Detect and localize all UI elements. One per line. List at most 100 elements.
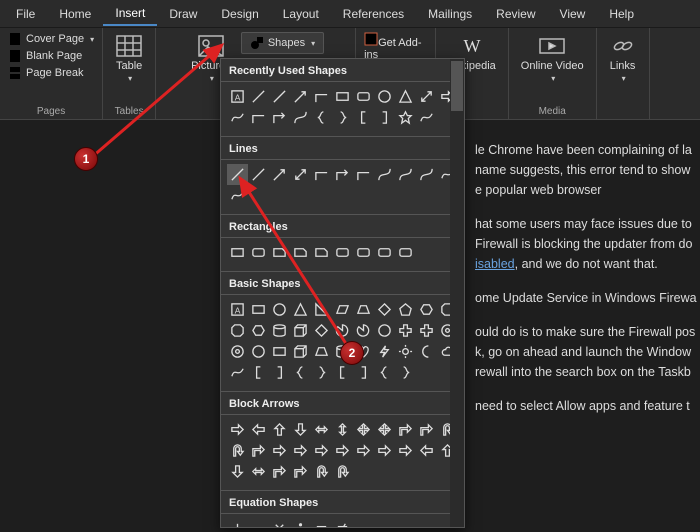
shape-textbox[interactable]: A (227, 86, 248, 107)
shape-pie[interactable] (353, 320, 374, 341)
shape-line[interactable] (248, 86, 269, 107)
menu-view[interactable]: View (548, 3, 598, 25)
online-video-button[interactable]: Online Video (517, 32, 588, 85)
shape-arrQ[interactable] (374, 419, 395, 440)
blank-page-button[interactable]: Blank Page (8, 49, 94, 63)
shape-rtri[interactable] (311, 299, 332, 320)
shape-rrect[interactable] (332, 242, 353, 263)
shape-lineD[interactable] (416, 86, 437, 107)
shape-arrBent[interactable] (395, 419, 416, 440)
shape-arrR[interactable] (269, 440, 290, 461)
shape-arrR[interactable] (395, 440, 416, 461)
shape-elbow[interactable] (353, 164, 374, 185)
shape-eq[interactable] (311, 518, 332, 528)
shape-cross[interactable] (395, 320, 416, 341)
shape-rrect[interactable] (395, 242, 416, 263)
shape-lbrack[interactable] (353, 107, 374, 128)
shape-lbrack[interactable] (248, 362, 269, 383)
menu-design[interactable]: Design (209, 3, 270, 25)
shape-arrD[interactable] (290, 419, 311, 440)
shape-arrR[interactable] (227, 419, 248, 440)
shape-line[interactable] (227, 164, 248, 185)
shape-div[interactable] (290, 518, 311, 528)
menu-references[interactable]: References (331, 3, 416, 25)
shape-hex[interactable] (248, 320, 269, 341)
shape-bolt[interactable] (374, 341, 395, 362)
shape-tri[interactable] (395, 86, 416, 107)
shape-oct[interactable] (227, 320, 248, 341)
shape-rrect[interactable] (374, 242, 395, 263)
shape-elbow[interactable] (311, 86, 332, 107)
page-break-button[interactable]: Page Break (8, 66, 94, 80)
shape-arrLR[interactable] (248, 461, 269, 482)
shape-neq[interactable] (332, 518, 353, 528)
shape-minus[interactable] (248, 518, 269, 528)
shape-arrBent[interactable] (269, 461, 290, 482)
menu-home[interactable]: Home (47, 3, 103, 25)
shape-diamond[interactable] (374, 299, 395, 320)
shape-textbox[interactable]: A (227, 299, 248, 320)
shape-arrUturn[interactable] (332, 461, 353, 482)
shape-elbowA[interactable] (269, 107, 290, 128)
shape-arrUD[interactable] (332, 419, 353, 440)
get-addins-button[interactable]: Get Add-ins (364, 32, 427, 61)
shape-arrU[interactable] (269, 419, 290, 440)
shape-moon[interactable] (416, 341, 437, 362)
shape-circle[interactable] (269, 299, 290, 320)
shape-arrD[interactable] (227, 461, 248, 482)
hyperlink-isabled[interactable]: isabled (475, 257, 515, 271)
shape-rrect[interactable] (353, 86, 374, 107)
shape-rect[interactable] (227, 242, 248, 263)
menu-draw[interactable]: Draw (157, 3, 209, 25)
shape-arrR[interactable] (290, 440, 311, 461)
shape-plus[interactable] (227, 518, 248, 528)
table-button[interactable]: Table (111, 32, 147, 85)
shape-free[interactable] (416, 107, 437, 128)
shape-cross[interactable] (416, 320, 437, 341)
shape-elbowA[interactable] (332, 164, 353, 185)
shape-pie[interactable] (332, 320, 353, 341)
shape-free[interactable] (227, 185, 248, 206)
shape-curve[interactable] (395, 164, 416, 185)
shape-hex[interactable] (416, 299, 437, 320)
shape-cube[interactable] (290, 341, 311, 362)
shape-rbrack[interactable] (269, 362, 290, 383)
dropdown-scrollbar[interactable] (450, 59, 464, 527)
shape-rect[interactable] (269, 341, 290, 362)
shape-arrBent[interactable] (416, 419, 437, 440)
menu-file[interactable]: File (4, 3, 47, 25)
shape-rrect[interactable] (248, 242, 269, 263)
shape-curve[interactable] (374, 164, 395, 185)
shape-donut[interactable] (227, 341, 248, 362)
shape-trap[interactable] (353, 299, 374, 320)
shape-line[interactable] (248, 164, 269, 185)
shape-rrect[interactable] (353, 242, 374, 263)
shape-free[interactable] (227, 362, 248, 383)
shape-sun[interactable] (395, 341, 416, 362)
shape-mult[interactable] (269, 518, 290, 528)
shape-lineA[interactable] (290, 86, 311, 107)
shape-tri[interactable] (290, 299, 311, 320)
shape-curve[interactable] (290, 107, 311, 128)
shape-arrR[interactable] (311, 440, 332, 461)
shape-rsnip[interactable] (311, 242, 332, 263)
cover-page-button[interactable]: Cover Page (8, 32, 94, 46)
shape-lbrace[interactable] (311, 107, 332, 128)
shape-rect[interactable] (248, 299, 269, 320)
shape-rsnip[interactable] (290, 242, 311, 263)
shape-circle[interactable] (374, 86, 395, 107)
shape-arrL[interactable] (416, 440, 437, 461)
shape-rsnip[interactable] (269, 242, 290, 263)
shape-star[interactable] (395, 107, 416, 128)
shape-trap[interactable] (311, 341, 332, 362)
shape-rbrack[interactable] (353, 362, 374, 383)
shape-arrR[interactable] (374, 440, 395, 461)
shape-circle[interactable] (248, 341, 269, 362)
shape-arrL[interactable] (248, 419, 269, 440)
menu-mailings[interactable]: Mailings (416, 3, 484, 25)
shape-cube[interactable] (290, 320, 311, 341)
shape-lbrace[interactable] (290, 362, 311, 383)
shape-rbrace[interactable] (311, 362, 332, 383)
menu-help[interactable]: Help (597, 3, 646, 25)
shape-rbrace[interactable] (395, 362, 416, 383)
